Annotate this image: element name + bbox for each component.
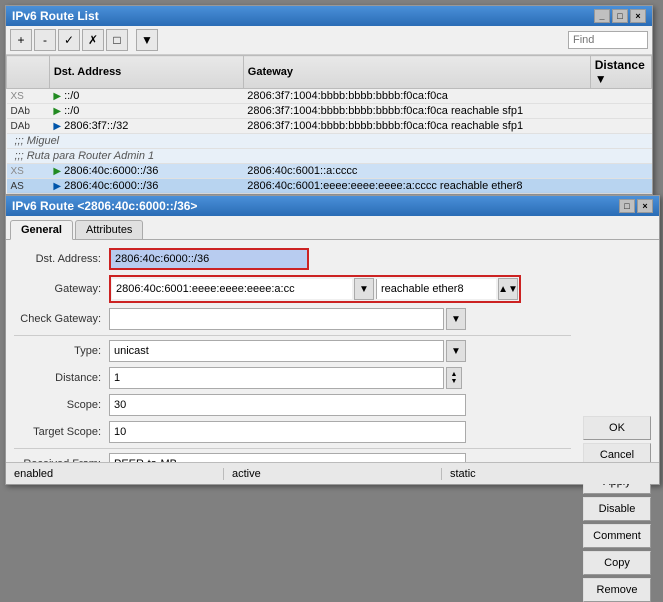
- cross-button[interactable]: ✗: [82, 29, 104, 51]
- target-scope-row: Target Scope:: [14, 421, 571, 443]
- remove-button[interactable]: Remove: [583, 578, 651, 602]
- list-window-titlebar: IPv6 Route List _ □ ×: [6, 6, 652, 26]
- detail-titlebar: IPv6 Route <2806:40c:6000::/36> □ ×: [6, 196, 659, 216]
- list-title-buttons: _ □ ×: [594, 9, 646, 23]
- check-gateway-inputs: ▼: [109, 308, 466, 330]
- distance-row: Distance: ▲ ▼: [14, 367, 571, 389]
- filter-button[interactable]: ▼: [136, 29, 158, 51]
- action-buttons: OK Cancel Apply Disable Comment Copy Rem…: [583, 416, 651, 602]
- detail-close-button[interactable]: ×: [637, 199, 653, 213]
- col-distance[interactable]: Distance ▼: [590, 56, 651, 89]
- minimize-button[interactable]: _: [594, 9, 610, 23]
- type-dropdown-button[interactable]: ▼: [446, 340, 466, 362]
- detail-minimize-button[interactable]: □: [619, 199, 635, 213]
- arrow-icon: ▶: [53, 121, 61, 132]
- distance-label: Distance:: [14, 372, 109, 384]
- col-dst[interactable]: Dst. Address: [49, 56, 243, 89]
- table-row-group: ;;; Miguel: [7, 134, 652, 149]
- type-row: Type: ▼: [14, 340, 571, 362]
- comment-button[interactable]: □: [106, 29, 128, 51]
- arrow-icon: ▶: [53, 106, 61, 117]
- gateway-right-input[interactable]: [376, 279, 496, 299]
- row-flag: DAb: [11, 106, 30, 117]
- ok-button[interactable]: OK: [583, 416, 651, 440]
- table-row[interactable]: DAb ▶ 2806:3f7::/32 2806:3f7:1004:bbbb:b…: [7, 119, 652, 134]
- detail-title-buttons: □ ×: [619, 199, 653, 213]
- dst-address-row: Dst. Address:: [14, 248, 571, 270]
- add-button[interactable]: +: [10, 29, 32, 51]
- copy-button[interactable]: Copy: [583, 551, 651, 575]
- find-input[interactable]: [568, 31, 648, 49]
- table-row[interactable]: XS ▶ 2806:40c:6000::/36 2806:40c:6001::a…: [7, 164, 652, 179]
- dst-address-label: Dst. Address:: [14, 253, 109, 265]
- disable-button[interactable]: Disable: [583, 497, 651, 521]
- status-static: static: [442, 468, 659, 480]
- check-gateway-label: Check Gateway:: [14, 313, 109, 325]
- dst-address-input[interactable]: [109, 248, 309, 270]
- scope-label: Scope:: [14, 399, 109, 411]
- target-scope-label: Target Scope:: [14, 426, 109, 438]
- maximize-button[interactable]: □: [612, 9, 628, 23]
- status-bar: enabled active static: [6, 462, 659, 484]
- detail-window: IPv6 Route <2806:40c:6000::/36> □ × Gene…: [5, 195, 660, 485]
- gateway-input[interactable]: [112, 279, 352, 299]
- row-flag: XS: [11, 91, 24, 102]
- col-flag[interactable]: [7, 56, 50, 89]
- gateway-inputs: ▼ ▲▼: [109, 275, 521, 303]
- arrow-icon: ▶: [53, 166, 61, 177]
- route-table: Dst. Address Gateway Distance ▼ XS ▶ ::/…: [6, 55, 652, 194]
- close-button[interactable]: ×: [630, 9, 646, 23]
- check-gateway-row: Check Gateway: ▼: [14, 308, 571, 330]
- table-row-group: ;;; Ruta para Router Admin 1: [7, 149, 652, 164]
- arrow-icon: ▶: [53, 181, 61, 192]
- type-input[interactable]: [109, 340, 444, 362]
- tab-bar: General Attributes: [6, 216, 659, 240]
- form-area: Dst. Address: Gateway: ▼ ▲▼ Check Gatewa…: [6, 240, 659, 484]
- distance-input[interactable]: [109, 367, 444, 389]
- row-flag: XS: [11, 166, 24, 177]
- check-gateway-input[interactable]: [109, 308, 444, 330]
- detail-title: IPv6 Route <2806:40c:6000::/36>: [12, 199, 619, 213]
- type-inputs: ▼: [109, 340, 466, 362]
- route-table-container: Dst. Address Gateway Distance ▼ XS ▶ ::/…: [6, 55, 652, 194]
- list-window: IPv6 Route List _ □ × + - ✓ ✗ □ ▼ Dst. A…: [5, 5, 653, 195]
- comment-button[interactable]: Comment: [583, 524, 651, 548]
- distance-scroll-button[interactable]: ▲ ▼: [446, 367, 462, 389]
- col-gateway[interactable]: Gateway: [243, 56, 590, 89]
- arrow-icon: ▶: [53, 91, 61, 102]
- table-row[interactable]: AS ▶ 2806:40c:6000::/36 2806:40c:6001:ee…: [7, 179, 652, 194]
- list-window-title: IPv6 Route List: [12, 9, 594, 23]
- gateway-label: Gateway:: [14, 283, 109, 295]
- gateway-row: Gateway: ▼ ▲▼: [14, 275, 571, 303]
- scope-input[interactable]: [109, 394, 466, 416]
- check-gateway-dropdown-button[interactable]: ▼: [446, 308, 466, 330]
- scope-row: Scope:: [14, 394, 571, 416]
- remove-button[interactable]: -: [34, 29, 56, 51]
- check-button[interactable]: ✓: [58, 29, 80, 51]
- tab-general[interactable]: General: [10, 220, 73, 240]
- gateway-right-dropdown-button[interactable]: ▲▼: [498, 278, 518, 300]
- gateway-dropdown-button[interactable]: ▼: [354, 278, 374, 300]
- list-toolbar: + - ✓ ✗ □ ▼: [6, 26, 652, 55]
- type-label: Type:: [14, 345, 109, 357]
- table-row[interactable]: DAb ▶ ::/0 2806:3f7:1004:bbbb:bbbb:bbbb:…: [7, 104, 652, 119]
- status-enabled: enabled: [6, 468, 224, 480]
- row-flag: DAb: [11, 121, 30, 132]
- target-scope-input[interactable]: [109, 421, 466, 443]
- status-active: active: [224, 468, 442, 480]
- distance-inputs: ▲ ▼: [109, 367, 462, 389]
- table-row[interactable]: XS ▶ ::/0 2806:3f7:1004:bbbb:bbbb:bbbb:f…: [7, 89, 652, 104]
- tab-attributes[interactable]: Attributes: [75, 220, 143, 239]
- row-flag: AS: [11, 181, 24, 192]
